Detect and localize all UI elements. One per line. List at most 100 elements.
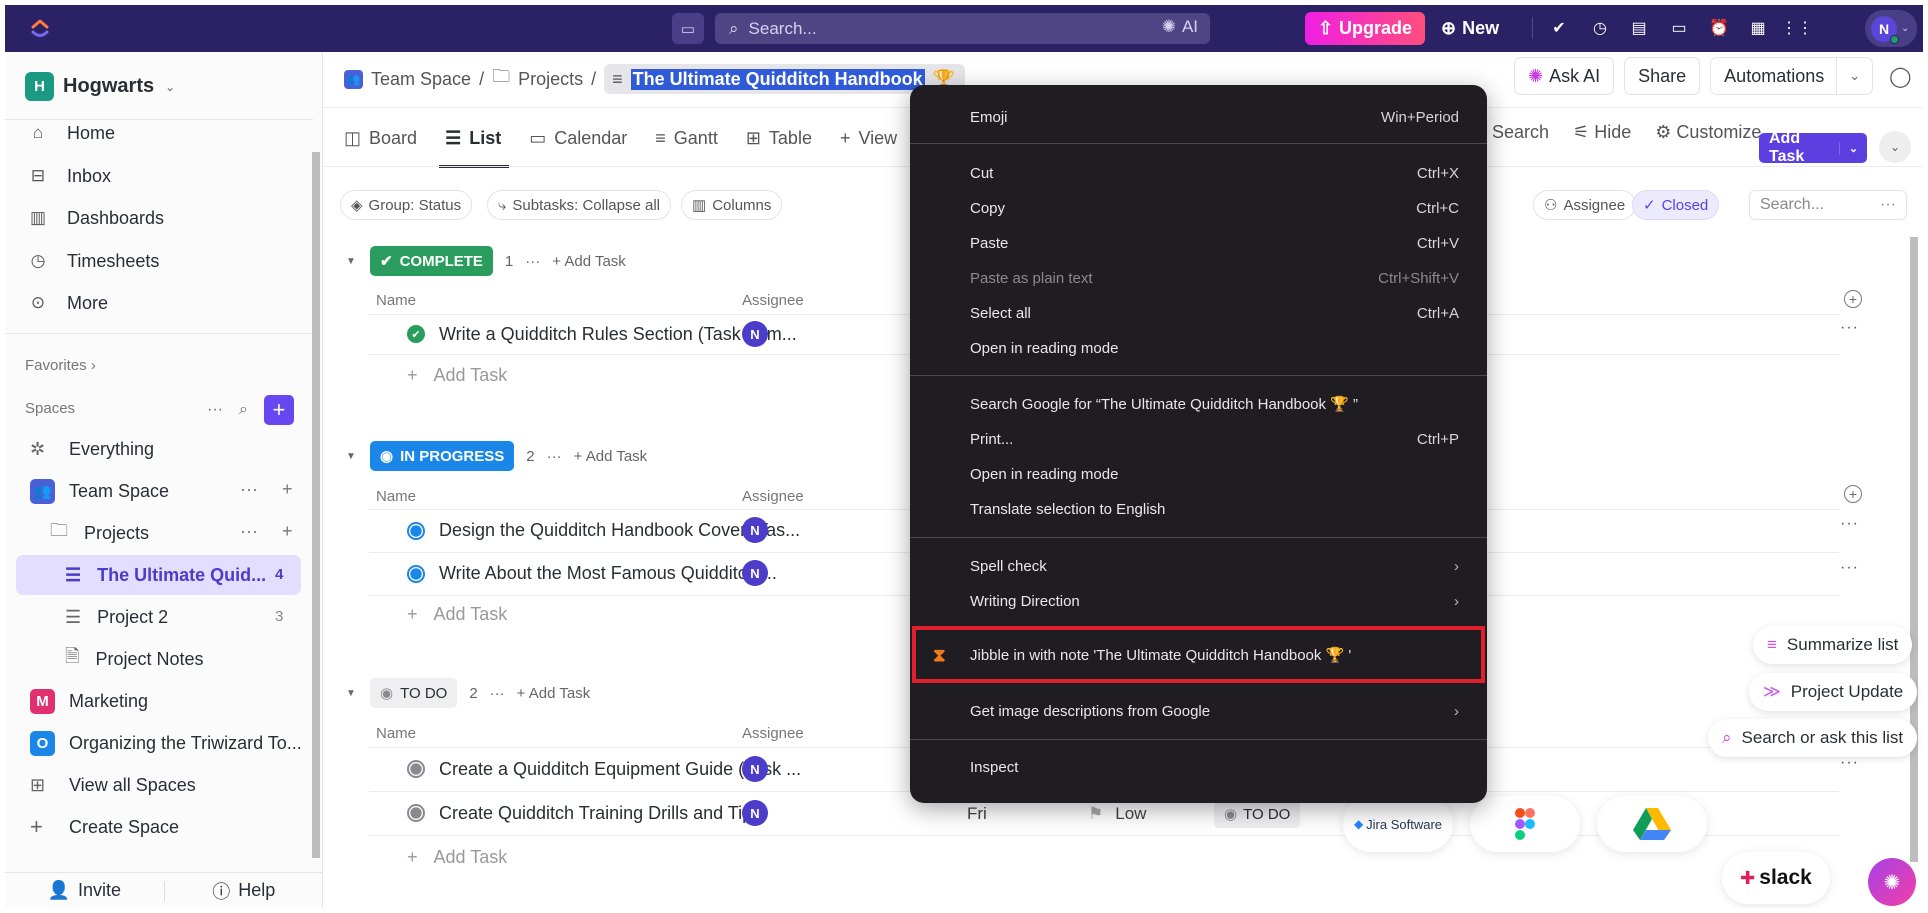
column-header-name[interactable]: Name bbox=[376, 292, 416, 309]
automations-button[interactable]: Automations ⌄ bbox=[1710, 57, 1874, 95]
columns-chip[interactable]: ▥ Columns bbox=[681, 190, 783, 220]
more-dots-icon[interactable]: ··· bbox=[525, 253, 540, 270]
breadcrumb-projects[interactable]: Projects bbox=[518, 69, 583, 90]
due-date[interactable]: Fri bbox=[967, 804, 987, 824]
clickup-logo-icon[interactable] bbox=[29, 17, 51, 41]
menu-item-reading-mode-2[interactable]: Open in reading mode bbox=[910, 459, 1487, 489]
tab-table[interactable]: ⊞ Table bbox=[746, 116, 812, 160]
report-icon[interactable]: ▦ bbox=[1745, 15, 1771, 41]
sidebar-scrollbar[interactable] bbox=[312, 152, 320, 858]
plus-icon[interactable]: + bbox=[282, 479, 293, 500]
breadcrumb-current-list[interactable]: ≡ The Ultimate Quidditch Handbook 🏆 bbox=[604, 64, 966, 94]
assignee-avatar[interactable]: N bbox=[742, 321, 768, 347]
ask-ai-button[interactable]: ✺ Ask AI bbox=[1514, 57, 1615, 95]
slack-integration-button[interactable]: ✚ slack bbox=[1722, 852, 1830, 904]
column-header-name[interactable]: Name bbox=[376, 488, 416, 505]
column-header-assignee[interactable]: Assignee bbox=[742, 292, 804, 309]
menu-item-search-google[interactable]: Search Google for “The Ultimate Quidditc… bbox=[910, 389, 1487, 419]
sidebar-item-projects[interactable]: 🗀 Projects bbox=[50, 518, 149, 548]
menu-item-inspect[interactable]: Inspect bbox=[910, 752, 1487, 782]
assignee-avatar[interactable]: N bbox=[742, 756, 768, 782]
add-task-row[interactable]: + Add Task bbox=[407, 599, 507, 629]
invite-button[interactable]: 👤 Invite bbox=[5, 880, 164, 901]
breadcrumb-team-space[interactable]: Team Space bbox=[371, 69, 471, 90]
add-task-row[interactable]: + Add Task bbox=[407, 842, 507, 872]
column-header-assignee[interactable]: Assignee bbox=[742, 725, 804, 742]
assignee-avatar[interactable]: N bbox=[742, 517, 768, 543]
task-row[interactable]: Create Quidditch Training Drills and Tip… bbox=[407, 791, 761, 835]
sidebar-item-project-2[interactable]: ☰ Project 2 bbox=[65, 602, 168, 632]
status-in-progress-icon[interactable] bbox=[407, 564, 425, 583]
more-dots-icon[interactable]: ··· bbox=[1880, 196, 1896, 214]
group-add-task-button[interactable]: + Add Task bbox=[574, 448, 648, 465]
sidebar-item-marketing[interactable]: M Marketing bbox=[30, 686, 148, 716]
workspace-switcher[interactable]: H Hogwarts ⌄ bbox=[25, 72, 175, 101]
status-complete-icon[interactable]: ✔ bbox=[407, 325, 425, 343]
figma-integration-button[interactable] bbox=[1470, 796, 1580, 852]
menu-item-spell-check[interactable]: Spell check › bbox=[910, 551, 1487, 581]
sidebar-item-view-all-spaces[interactable]: ⊞ View all Spaces bbox=[30, 770, 196, 800]
help-button[interactable]: ⓘ Help bbox=[165, 878, 324, 904]
assignee-chip[interactable]: ⚇ Assignee bbox=[1533, 190, 1637, 220]
row-more-icon[interactable]: ··· bbox=[1840, 319, 1859, 337]
user-avatar-menu[interactable]: N ⌄ bbox=[1865, 10, 1917, 47]
sidebar-item-project-notes[interactable]: 🗎 Project Notes bbox=[65, 644, 204, 674]
chat-icon[interactable]: ◯ bbox=[1889, 64, 1911, 89]
task-row[interactable]: Write About the Most Famous Quidditch ..… bbox=[407, 552, 777, 595]
summarize-list-button[interactable]: ≡ Summarize list bbox=[1753, 626, 1913, 664]
create-space-button[interactable]: + bbox=[263, 395, 294, 425]
upgrade-button[interactable]: ⇧ Upgrade bbox=[1305, 12, 1425, 45]
add-column-icon[interactable]: + bbox=[1844, 485, 1862, 503]
list-title-selected[interactable]: The Ultimate Quidditch Handbook bbox=[630, 68, 925, 90]
group-by-chip[interactable]: ◈ Group: Status bbox=[340, 190, 473, 220]
assignee-avatar[interactable]: N bbox=[742, 800, 768, 826]
tab-gantt[interactable]: ≡ Gantt bbox=[655, 116, 718, 160]
menu-item-copy[interactable]: Copy Ctrl+C bbox=[910, 193, 1487, 223]
share-button[interactable]: Share bbox=[1624, 57, 1701, 95]
global-search-input[interactable]: ⌕ Search... ✺ AI bbox=[715, 13, 1210, 44]
more-dots-icon[interactable]: ··· bbox=[240, 479, 258, 500]
task-name[interactable]: Write About the Most Famous Quidditch ..… bbox=[439, 563, 777, 584]
sidebar-item-ultimate-quidditch[interactable]: ☰ The Ultimate Quid... bbox=[65, 560, 266, 590]
add-column-icon[interactable]: + bbox=[1844, 290, 1862, 308]
closed-chip[interactable]: ✓ Closed bbox=[1632, 190, 1720, 220]
status-in-progress-icon[interactable] bbox=[407, 521, 425, 540]
search-or-ask-button[interactable]: ⌕ Search or ask this list bbox=[1708, 719, 1918, 757]
group-add-task-button[interactable]: + Add Task bbox=[552, 253, 626, 270]
collapse-toolbar-button[interactable]: ⌄ bbox=[1879, 131, 1911, 163]
status-todo-icon[interactable] bbox=[407, 804, 425, 822]
task-name[interactable]: Create Quidditch Training Drills and Tip… bbox=[439, 803, 761, 824]
priority-cell[interactable]: ⚑ Low bbox=[1088, 804, 1146, 824]
search-icon[interactable]: ⌕ bbox=[239, 401, 248, 419]
ai-assistant-button[interactable]: ✺ bbox=[1868, 858, 1916, 906]
tab-board[interactable]: ◫ Board bbox=[344, 116, 417, 160]
menu-item-writing-direction[interactable]: Writing Direction › bbox=[910, 586, 1487, 616]
add-view-button[interactable]: + View bbox=[840, 116, 897, 160]
add-task-button[interactable]: Add Task ⌄ bbox=[1759, 130, 1867, 165]
apps-grid-icon[interactable]: ⋮⋮ bbox=[1781, 15, 1813, 41]
list-search-input[interactable]: Search... ··· bbox=[1749, 190, 1907, 220]
chevron-down-icon[interactable]: ⌄ bbox=[1836, 58, 1872, 94]
status-cell[interactable]: ◉ TO DO bbox=[1214, 800, 1301, 828]
caret-down-icon[interactable]: ▼ bbox=[346, 256, 358, 267]
hide-button[interactable]: ⚟ Hide bbox=[1573, 122, 1631, 143]
search-tool-button[interactable]: Search bbox=[1492, 122, 1549, 143]
menu-item-reading-mode[interactable]: Open in reading mode bbox=[910, 333, 1487, 363]
sidebar-item-create-space[interactable]: + Create Space bbox=[30, 812, 179, 842]
menu-item-emoji[interactable]: Emoji Win+Period bbox=[910, 102, 1487, 132]
menu-item-cut[interactable]: Cut Ctrl+X bbox=[910, 158, 1487, 188]
caret-down-icon[interactable]: ▼ bbox=[346, 688, 358, 699]
menu-item-jibble-in[interactable]: ⧗ Jibble in with note 'The Ultimate Quidd… bbox=[910, 640, 1487, 670]
more-dots-icon[interactable]: ··· bbox=[240, 521, 258, 542]
vertical-scrollbar[interactable] bbox=[1910, 237, 1918, 862]
sidebar-item-inbox[interactable]: ⊟ Inbox bbox=[27, 161, 111, 191]
project-update-button[interactable]: ≫ Project Update bbox=[1749, 673, 1918, 711]
menu-item-select-all[interactable]: Select all Ctrl+A bbox=[910, 298, 1487, 328]
calendar-button[interactable]: ▭ bbox=[672, 13, 704, 44]
caret-down-icon[interactable]: ▼ bbox=[346, 451, 358, 462]
sidebar-item-home[interactable]: ⌂ Home bbox=[27, 118, 115, 148]
menu-item-translate[interactable]: Translate selection to English bbox=[910, 494, 1487, 524]
plus-icon[interactable]: + bbox=[282, 521, 293, 542]
customize-button[interactable]: ⚙ Customize bbox=[1655, 122, 1761, 143]
row-more-icon[interactable]: ··· bbox=[1840, 515, 1859, 533]
